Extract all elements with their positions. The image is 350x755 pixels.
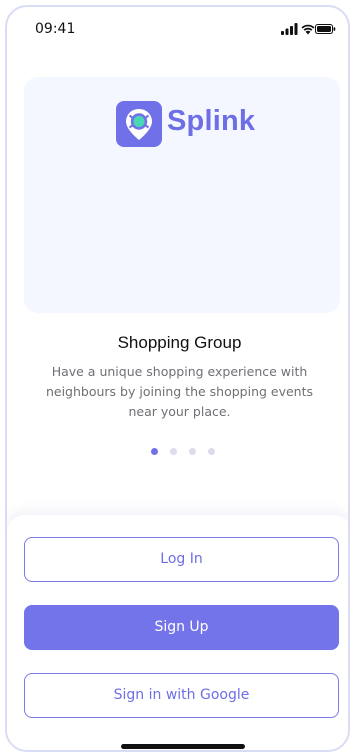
auth-sheet: Log In Sign Up Sign in with Google — [7, 515, 348, 750]
onboarding-description: Have a unique shopping experience with n… — [45, 364, 314, 419]
signup-button[interactable]: Sign Up — [24, 605, 339, 650]
page-indicator — [151, 448, 221, 456]
brand-name: Splink — [167, 105, 256, 137]
battery-icon — [315, 24, 336, 34]
app-logo: Splink — [116, 101, 255, 149]
home-indicator — [121, 744, 245, 749]
location-pin-icon — [116, 101, 162, 147]
page-dot-4[interactable] — [208, 448, 215, 455]
google-signin-button[interactable]: Sign in with Google — [24, 673, 339, 718]
wifi-icon — [301, 24, 315, 35]
onboarding-title: Shopping Group — [117, 333, 242, 352]
status-time: 09:41 — [35, 21, 76, 37]
page-dot-3[interactable] — [189, 448, 196, 455]
page-dot-1[interactable] — [151, 448, 158, 455]
phone-frame: 09:41 Splink Shopping Group Have a uniqu… — [5, 5, 350, 752]
signal-icon — [281, 23, 298, 35]
onboarding-illustration: Splink — [24, 77, 340, 313]
login-button[interactable]: Log In — [24, 537, 339, 582]
page-dot-2[interactable] — [170, 448, 177, 455]
status-bar: 09:41 — [7, 7, 348, 51]
